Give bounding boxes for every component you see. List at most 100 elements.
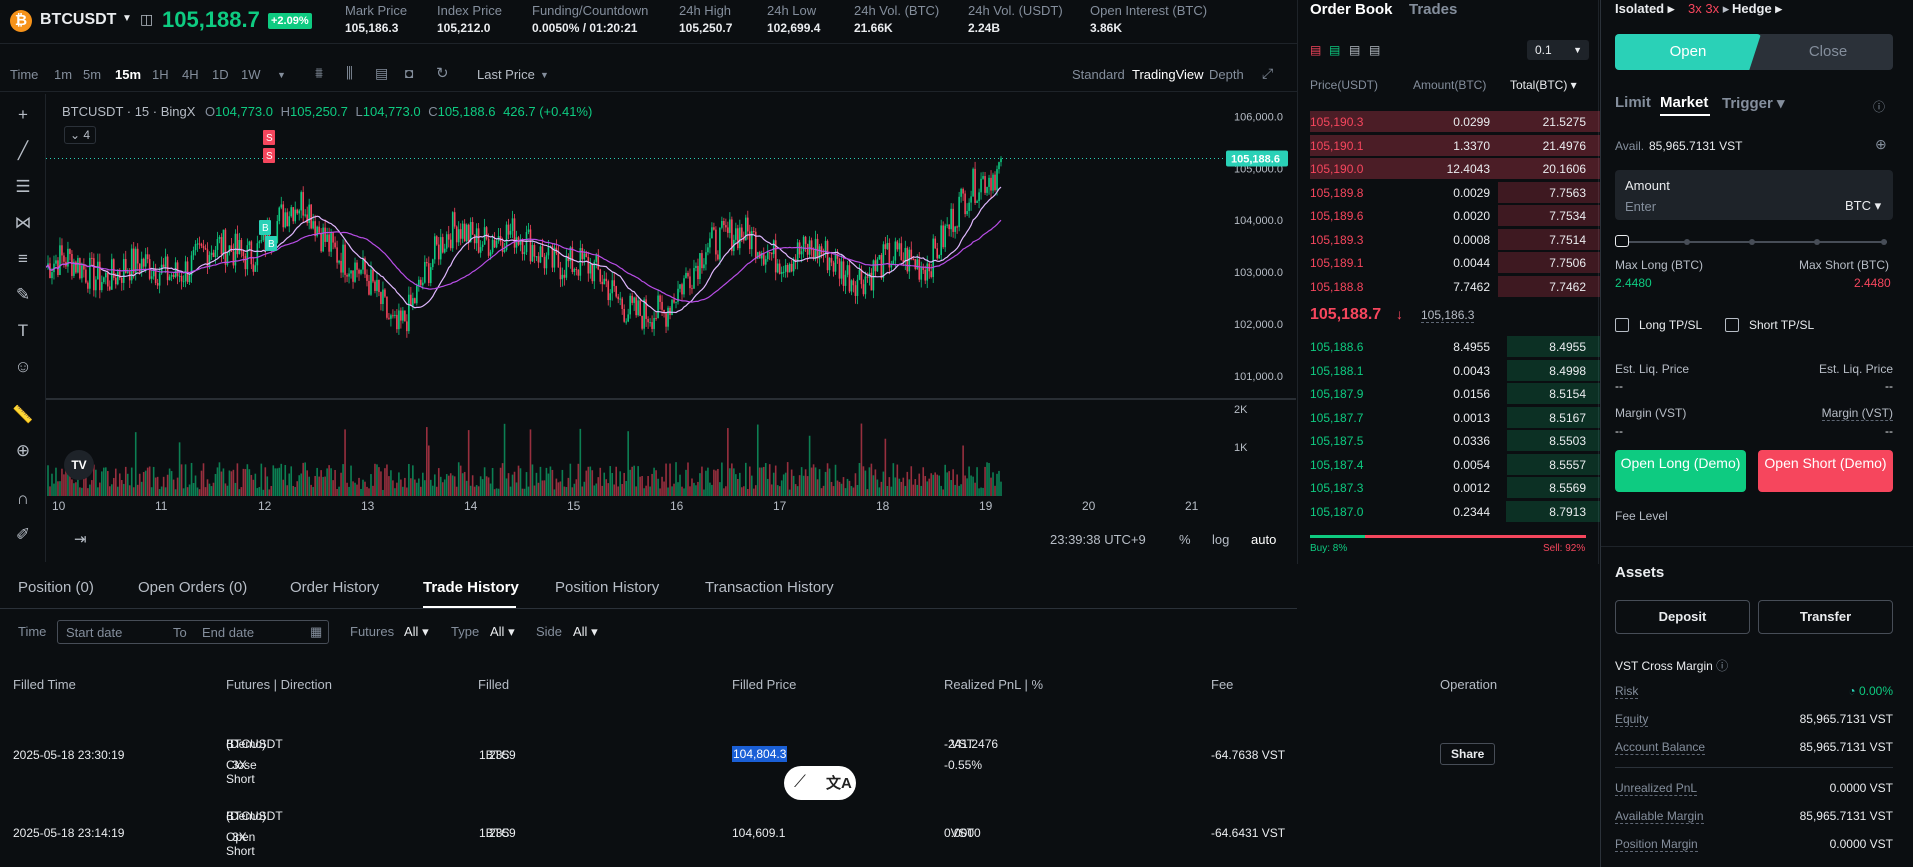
fee-level-link[interactable]: Fee Level xyxy=(1615,509,1668,523)
candles-icon[interactable]: ⫼ xyxy=(346,65,353,82)
chevron-down-icon[interactable]: ▼ xyxy=(540,70,549,80)
tab-order-book[interactable]: Order Book xyxy=(1310,1,1393,18)
transfer-button[interactable]: Transfer xyxy=(1758,600,1893,634)
ask-row[interactable]: 105,188.8 7.7462 7.7462 xyxy=(1298,275,1600,298)
order-type-limit[interactable]: Limit xyxy=(1615,94,1651,111)
tab-transaction-history[interactable]: Transaction History xyxy=(705,579,834,596)
filter-futures-select[interactable]: All ▾ xyxy=(404,624,429,640)
amount-placeholder[interactable]: Enter xyxy=(1625,199,1656,214)
view-depth[interactable]: Depth xyxy=(1209,67,1244,82)
precision-select[interactable]: 0.1 ▼ xyxy=(1527,40,1589,60)
start-date-input[interactable]: Start date xyxy=(66,625,122,640)
trend-line-icon[interactable]: ╱ xyxy=(12,140,34,162)
share-button[interactable]: Share xyxy=(1440,743,1496,765)
goto-date-icon[interactable]: ⇥ xyxy=(74,530,87,548)
interval-15m[interactable]: 15m xyxy=(115,67,141,82)
scale-log[interactable]: log xyxy=(1212,532,1229,547)
slider-step[interactable] xyxy=(1814,239,1820,245)
zoom-icon[interactable]: ⊕ xyxy=(12,440,34,462)
open-long-button[interactable]: Open Long (Demo) xyxy=(1615,450,1746,492)
bid-row[interactable]: 105,188.6 8.4955 8.4955 xyxy=(1298,335,1600,358)
price-chart[interactable]: 106,000.0 105,000.0 104,000.0 103,000.0 102,… xyxy=(45,94,1296,513)
amount-input[interactable]: Amount Enter BTC ▾ xyxy=(1615,170,1893,220)
interval-1m[interactable]: 1m xyxy=(54,67,72,82)
translate-icon[interactable]: 文A xyxy=(826,772,852,793)
ask-row[interactable]: 105,190.3 0.0299 21.5275 xyxy=(1298,110,1600,133)
bid-row[interactable]: 105,187.7 0.0013 8.5167 xyxy=(1298,406,1600,429)
tab-trades[interactable]: Trades xyxy=(1409,1,1457,18)
tab-position-history[interactable]: Position History xyxy=(555,579,659,596)
ask-row[interactable]: 105,190.0 12.4043 20.1606 xyxy=(1298,157,1600,180)
interval-time[interactable]: Time xyxy=(10,67,38,82)
ob-mode-bids-icon[interactable]: ▤ xyxy=(1329,43,1340,57)
bid-row[interactable]: 105,187.4 0.0054 8.5557 xyxy=(1298,453,1600,476)
col-total[interactable]: Total(BTC) ▾ xyxy=(1510,78,1577,92)
magnet-icon[interactable]: ∩ xyxy=(12,488,34,510)
magic-wand-icon[interactable]: ⟋ xyxy=(794,772,806,792)
slider-step[interactable] xyxy=(1684,239,1690,245)
brush-icon[interactable]: ✎ xyxy=(12,284,34,306)
bid-row[interactable]: 105,188.1 0.0043 8.4998 xyxy=(1298,359,1600,382)
slider-handle[interactable] xyxy=(1615,235,1629,247)
deposit-button[interactable]: Deposit xyxy=(1615,600,1750,634)
slider-step[interactable] xyxy=(1749,239,1755,245)
interval-4h[interactable]: 4H xyxy=(182,67,199,82)
indicators-icon[interactable]: ▤ xyxy=(375,65,388,82)
bid-row[interactable]: 105,187.5 0.0336 8.5503 xyxy=(1298,429,1600,452)
slider-step[interactable] xyxy=(1881,239,1887,245)
calendar-icon[interactable]: ▦ xyxy=(310,624,322,640)
filter-type-select[interactable]: All ▾ xyxy=(490,624,515,640)
price-type-select[interactable]: Last Price xyxy=(477,67,535,82)
end-date-input[interactable]: End date xyxy=(202,625,254,640)
interval-5m[interactable]: 5m xyxy=(83,67,101,82)
ask-row[interactable]: 105,189.1 0.0044 7.7506 xyxy=(1298,251,1600,274)
tab-order-history[interactable]: Order History xyxy=(290,579,379,596)
book-icon[interactable]: ◫ xyxy=(140,11,153,28)
bid-row[interactable]: 105,187.0 0.2344 8.7913 xyxy=(1298,500,1600,523)
ask-row[interactable]: 105,189.3 0.0008 7.7514 xyxy=(1298,228,1600,251)
interval-1h[interactable]: 1H xyxy=(152,67,169,82)
ob-mode-both-icon[interactable]: ▤ xyxy=(1310,43,1321,57)
long-tpsl-checkbox[interactable] xyxy=(1615,318,1629,332)
chevron-down-icon[interactable]: ▼ xyxy=(122,13,132,24)
ask-row[interactable]: 105,189.6 0.0020 7.7534 xyxy=(1298,204,1600,227)
bid-row[interactable]: 105,187.3 0.0012 8.5569 xyxy=(1298,476,1600,499)
lock-pencil-icon[interactable]: ✐ xyxy=(12,524,34,546)
text-icon[interactable]: T xyxy=(12,320,34,342)
filter-side-select[interactable]: All ▾ xyxy=(573,624,598,640)
long-tpsl-label[interactable]: Long TP/SL xyxy=(1639,318,1702,332)
fullscreen-icon[interactable]: ⤢ xyxy=(1262,65,1273,82)
pattern-icon[interactable]: ⋈ xyxy=(12,212,34,234)
interval-1d[interactable]: 1D xyxy=(212,67,229,82)
ask-row[interactable]: 105,189.8 0.0029 7.7563 xyxy=(1298,181,1600,204)
scale-auto[interactable]: auto xyxy=(1251,532,1276,547)
chevron-down-icon[interactable]: ▼ xyxy=(277,70,286,80)
margin-mode-select[interactable]: Isolated ▸ xyxy=(1615,1,1674,17)
symbol-name[interactable]: BTCUSDT xyxy=(40,11,116,29)
ask-row[interactable]: 105,190.1 1.3370 21.4976 xyxy=(1298,134,1600,157)
ob-mode-asks-icon[interactable]: ▤ xyxy=(1349,43,1360,57)
scale-percent[interactable]: % xyxy=(1179,532,1191,547)
fib-icon[interactable]: ≡ xyxy=(12,248,34,270)
short-tpsl-checkbox[interactable] xyxy=(1725,318,1739,332)
refresh-icon[interactable]: ↻ xyxy=(436,64,449,82)
open-tab[interactable]: Open xyxy=(1615,34,1761,70)
tab-trade-history[interactable]: Trade History xyxy=(423,579,519,596)
order-type-trigger[interactable]: Trigger ▾ xyxy=(1722,94,1785,112)
view-standard[interactable]: Standard xyxy=(1072,67,1125,82)
tradingview-logo[interactable]: TV xyxy=(64,450,94,480)
close-tab[interactable]: Close xyxy=(1763,34,1893,70)
camera-icon[interactable]: ◘ xyxy=(405,65,413,81)
info-icon[interactable]: ⓘ xyxy=(1873,98,1885,115)
position-mode-select[interactable]: Hedge ▸ xyxy=(1732,1,1782,17)
crosshair-icon[interactable]: + xyxy=(12,104,34,126)
order-type-market[interactable]: Market xyxy=(1660,94,1708,111)
date-range-picker[interactable]: Start date To End date ▦ xyxy=(57,620,329,644)
horizontal-lines-icon[interactable]: ☰ xyxy=(12,176,34,198)
leverage-select[interactable]: 3x 3x ▸ xyxy=(1688,1,1729,17)
chart-svg[interactable]: 106,000.0105,000.0104,000.0103,000.0102,… xyxy=(45,94,1296,513)
tab-position[interactable]: Position (0) xyxy=(18,579,94,596)
emoji-icon[interactable]: ☺ xyxy=(12,356,34,378)
interval-1w[interactable]: 1W xyxy=(241,67,261,82)
bid-row[interactable]: 105,187.9 0.0156 8.5154 xyxy=(1298,382,1600,405)
